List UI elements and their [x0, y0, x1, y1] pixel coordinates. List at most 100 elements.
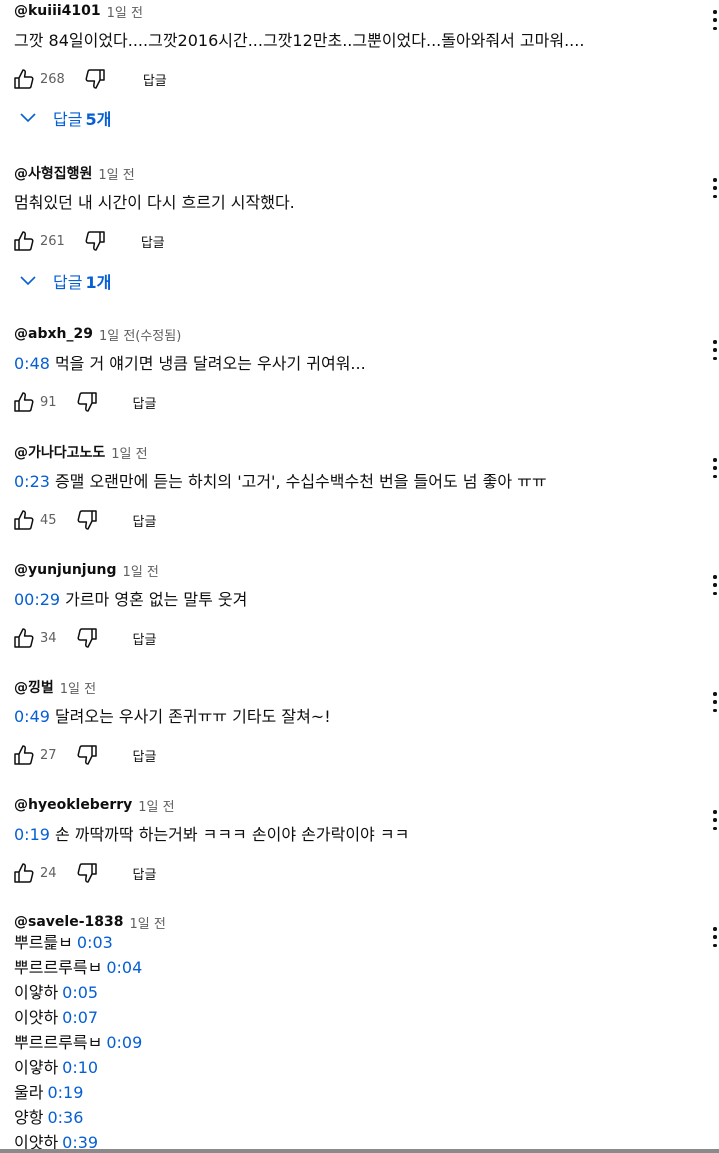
- timestamp-link[interactable]: 0:36: [47, 1108, 83, 1127]
- more-actions-button[interactable]: [709, 178, 719, 198]
- thumbs-down-icon: [77, 745, 97, 765]
- timestamp-link[interactable]: 0:10: [62, 1058, 98, 1077]
- like-button[interactable]: [11, 228, 37, 254]
- view-replies-button[interactable]: 답글 5개: [18, 106, 111, 130]
- comment-time[interactable]: 1일 전(수정됨): [99, 325, 181, 344]
- comment-author[interactable]: @yunjunjung: [14, 562, 117, 578]
- thumbs-up-icon: [14, 745, 34, 765]
- reply-button[interactable]: 답글: [133, 864, 157, 883]
- comment-author[interactable]: @kuiii4101: [14, 3, 101, 19]
- comment-author[interactable]: @abxh_29: [14, 326, 93, 342]
- timestamp-link[interactable]: 0:48: [14, 354, 50, 373]
- line-text: 울라: [14, 1083, 44, 1102]
- chevron-down-icon: [18, 271, 38, 291]
- comment-header: @가나다고노도 1일 전: [14, 441, 704, 463]
- reply-button[interactable]: 답글: [133, 393, 157, 412]
- more-vert-icon: [713, 10, 717, 14]
- timestamp-link[interactable]: 0:19: [14, 825, 50, 844]
- like-button[interactable]: [11, 742, 37, 768]
- comment-header: @hyeokleberry 1일 전: [14, 794, 704, 816]
- thumbs-up-icon: [14, 510, 34, 530]
- like-count: 27: [40, 747, 57, 763]
- more-actions-button[interactable]: [709, 927, 719, 947]
- dislike-button[interactable]: [74, 742, 100, 768]
- reply-button[interactable]: 답글: [143, 70, 167, 89]
- thumbs-down-icon: [85, 69, 105, 89]
- timestamp-link[interactable]: 0:49: [14, 707, 50, 726]
- timestamp-link[interactable]: 0:05: [62, 983, 98, 1002]
- dislike-button[interactable]: [74, 389, 100, 415]
- comment-actions: 268 답글: [14, 61, 704, 97]
- dislike-button[interactable]: [82, 66, 108, 92]
- comment-header: @yunjunjung 1일 전: [14, 559, 704, 581]
- comment: @yunjunjung 1일 전 00:29 가르마 영혼 없는 말투 웃겨 34…: [14, 559, 704, 656]
- more-actions-button[interactable]: [709, 340, 719, 360]
- comment-time[interactable]: 1일 전: [60, 678, 96, 697]
- view-replies-button[interactable]: 답글 1개: [18, 269, 111, 293]
- comment-line: 이얗하 0:10: [14, 1055, 314, 1080]
- comment-time[interactable]: 1일 전: [123, 561, 159, 580]
- replies-label: 답글: [53, 273, 83, 292]
- more-actions-button[interactable]: [709, 810, 719, 830]
- reply-button[interactable]: 답글: [133, 746, 157, 765]
- comment-time[interactable]: 1일 전: [98, 164, 134, 183]
- comment-actions: 24 답글: [14, 855, 704, 891]
- comment-text: 뿌르릁ㅂ 0:03 뿌르르루륵ㅂ 0:04 이얗하 0:05 이얏하 0:07 뿌르르루…: [14, 930, 314, 1149]
- more-vert-icon: [713, 692, 717, 696]
- more-actions-button[interactable]: [709, 575, 719, 595]
- like-button[interactable]: [11, 66, 37, 92]
- reply-button[interactable]: 답글: [141, 232, 165, 251]
- more-actions-button[interactable]: [709, 458, 719, 478]
- more-vert-icon: [713, 927, 717, 931]
- comment-author[interactable]: @hyeokleberry: [14, 797, 132, 813]
- dislike-button[interactable]: [74, 507, 100, 533]
- timestamp-link[interactable]: 0:23: [14, 472, 50, 491]
- like-button[interactable]: [11, 860, 37, 886]
- more-actions-button[interactable]: [709, 10, 719, 30]
- timestamp-link[interactable]: 0:03: [77, 933, 113, 952]
- window-bottom-border: [0, 1149, 719, 1153]
- thumbs-down-icon: [77, 863, 97, 883]
- thumbs-down-icon: [77, 628, 97, 648]
- more-actions-button[interactable]: [709, 692, 719, 712]
- like-button[interactable]: [11, 389, 37, 415]
- line-text: 이얏하: [14, 1008, 59, 1027]
- like-count: 24: [40, 865, 57, 881]
- like-button[interactable]: [11, 507, 37, 533]
- timestamp-link[interactable]: 0:04: [106, 958, 142, 977]
- replies-label: 답글: [53, 110, 83, 129]
- dislike-button[interactable]: [82, 228, 108, 254]
- like-count: 45: [40, 512, 57, 528]
- comment-time[interactable]: 1일 전: [111, 443, 147, 462]
- more-vert-icon: [713, 178, 717, 182]
- comment-text: 그깟 84일이었다....그깟2016시간...그깟12만초..그뿐이었다...…: [14, 31, 585, 50]
- dislike-button[interactable]: [74, 625, 100, 651]
- comment-actions: 91 답글: [14, 384, 704, 420]
- comment: @hyeokleberry 1일 전 0:19 손 까딱까딱 하는거봐 ㅋㅋㅋ 손…: [14, 794, 704, 891]
- comment-author[interactable]: @savele-1838: [14, 914, 123, 930]
- comment: @낑벌 1일 전 0:49 달려오는 우사기 존귀ㅠㅠ 기타도 잘쳐~! 27 답…: [14, 676, 704, 773]
- comment-header: @kuiii4101 1일 전: [14, 0, 704, 22]
- timestamp-link[interactable]: 00:29: [14, 590, 60, 609]
- comment-text: 00:29 가르마 영혼 없는 말투 웃겨: [14, 587, 704, 612]
- comment-author[interactable]: @낑벌: [14, 677, 54, 697]
- timestamp-link[interactable]: 0:19: [47, 1083, 83, 1102]
- timestamp-link[interactable]: 0:39: [62, 1133, 98, 1149]
- comment-time[interactable]: 1일 전: [107, 2, 143, 21]
- comment-time[interactable]: 1일 전: [129, 913, 165, 932]
- dislike-button[interactable]: [74, 860, 100, 886]
- comment-header: @abxh_29 1일 전(수정됨): [14, 323, 704, 345]
- reply-button[interactable]: 답글: [133, 511, 157, 530]
- comment-actions: 27 답글: [14, 737, 704, 773]
- timestamp-link[interactable]: 0:09: [106, 1033, 142, 1052]
- timestamp-link[interactable]: 0:07: [62, 1008, 98, 1027]
- comment-line: 이얗하 0:05: [14, 980, 314, 1005]
- comment-text: 0:48 먹을 거 얘기면 냉큼 달려오는 우사기 귀여워...: [14, 351, 704, 376]
- comment-author[interactable]: @가나다고노도: [14, 442, 105, 462]
- reply-button[interactable]: 답글: [133, 629, 157, 648]
- thumbs-up-icon: [14, 628, 34, 648]
- thumbs-up-icon: [14, 69, 34, 89]
- like-button[interactable]: [11, 625, 37, 651]
- comment-author[interactable]: @사형집행원: [14, 163, 92, 183]
- comment-time[interactable]: 1일 전: [138, 796, 174, 815]
